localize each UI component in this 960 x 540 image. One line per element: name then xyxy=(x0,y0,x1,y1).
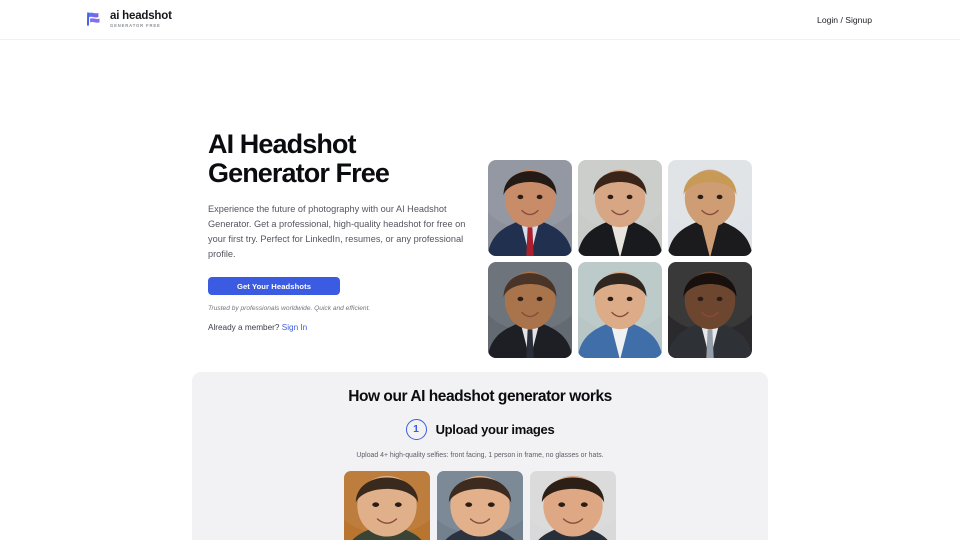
upload-thumbnail xyxy=(437,471,523,540)
hero-section: AI Headshot Generator Free Experience th… xyxy=(0,40,960,370)
upload-thumbnail-row xyxy=(192,471,768,540)
logo-name: ai headshot xyxy=(110,9,172,22)
step-row: 1 Upload your images xyxy=(192,419,768,440)
hero-photo xyxy=(578,160,662,256)
landing-page: ai headshot GENERATOR FREE Login / Signu… xyxy=(0,0,960,540)
flag-wave-logo-icon xyxy=(87,12,100,26)
member-login-line: Already a member? Sign In xyxy=(208,322,476,334)
sign-in-link[interactable]: Sign In xyxy=(282,323,308,332)
step-number-badge: 1 xyxy=(405,419,427,440)
hero-photo xyxy=(488,160,572,256)
hero-photo xyxy=(578,262,662,358)
member-prefix: Already a member? xyxy=(208,323,282,333)
get-your-headshots-button[interactable]: Get Your Headshots xyxy=(208,277,340,296)
step-label: Upload your images xyxy=(435,422,555,437)
logo[interactable]: ai headshot GENERATOR FREE xyxy=(84,9,172,29)
how-it-works-title: How our AI headshot generator works xyxy=(348,388,612,405)
trust-text: Trusted by professionals worldwide. Quic… xyxy=(208,305,371,313)
how-it-works-panel: How our AI headshot generator works 1 Up… xyxy=(192,372,768,540)
logo-subtitle: GENERATOR FREE xyxy=(110,22,161,28)
hero-subtitle: Experience the future of photography wit… xyxy=(208,203,466,259)
site-header: ai headshot GENERATOR FREE Login / Signu… xyxy=(0,0,960,40)
upload-thumbnail xyxy=(530,471,616,540)
hero-photo-grid xyxy=(488,160,752,358)
hero-copy: AI Headshot Generator Free Experience th… xyxy=(208,129,476,334)
logo-text-block: ai headshot GENERATOR FREE xyxy=(110,10,172,29)
hero-photo xyxy=(668,160,752,256)
hero-photo xyxy=(668,262,752,358)
page-title: AI Headshot Generator Free xyxy=(208,129,390,189)
upload-thumbnail xyxy=(344,471,430,540)
login-signup-link[interactable]: Login / Signup xyxy=(817,14,872,26)
hero-photo xyxy=(488,262,572,358)
step-hint: Upload 4+ high-quality selfies: front fa… xyxy=(356,452,604,459)
